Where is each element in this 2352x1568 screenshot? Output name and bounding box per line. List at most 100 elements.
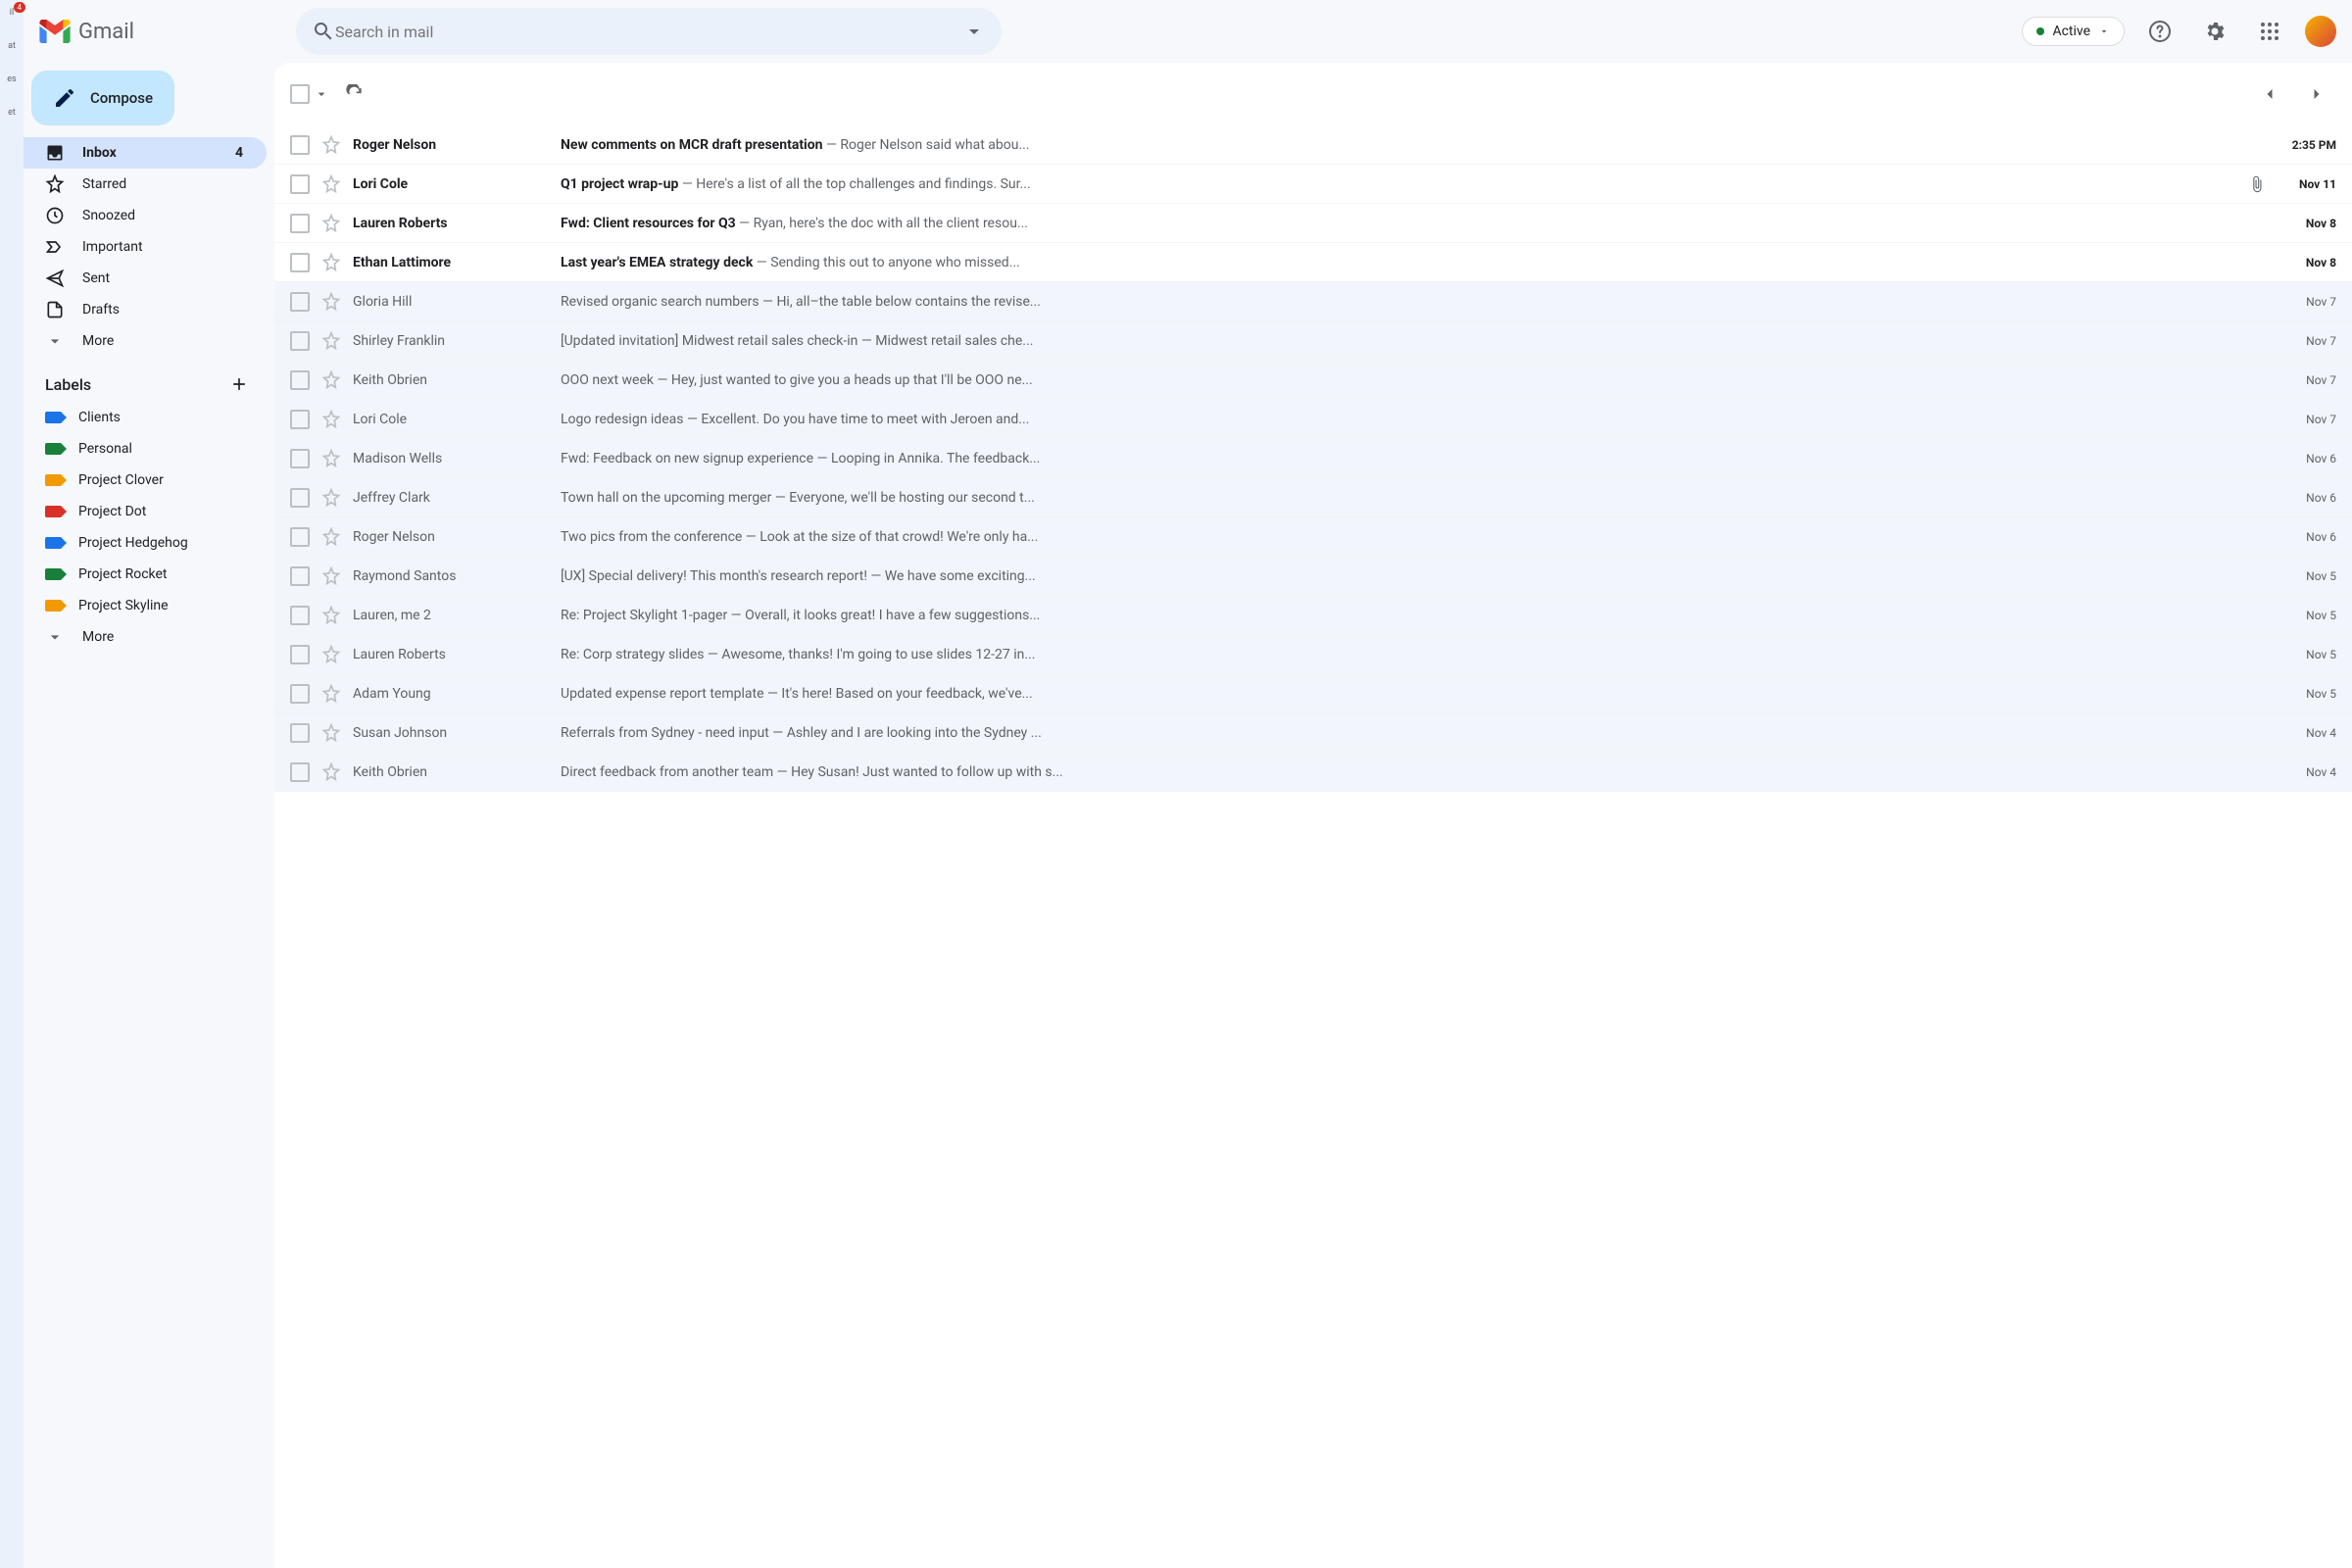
select-all[interactable]: [290, 84, 329, 104]
star-icon[interactable]: [321, 370, 341, 390]
older-button[interactable]: [2297, 74, 2336, 114]
label-name: Personal: [78, 441, 132, 457]
star-icon[interactable]: [321, 331, 341, 351]
star-icon[interactable]: [321, 253, 341, 272]
message-checkbox[interactable]: [290, 723, 310, 743]
star-icon[interactable]: [321, 135, 341, 155]
message-row[interactable]: Ethan Lattimore Last year's EMEA strateg…: [274, 243, 2352, 282]
message-subject-snippet: Logo redesign ideas — Excellent. Do you …: [561, 412, 2266, 427]
message-checkbox[interactable]: [290, 449, 310, 468]
star-icon[interactable]: [321, 292, 341, 312]
message-checkbox[interactable]: [290, 370, 310, 390]
message-row[interactable]: Keith Obrien OOO next week — Hey, just w…: [274, 361, 2352, 400]
message-checkbox[interactable]: [290, 488, 310, 508]
star-icon[interactable]: [321, 449, 341, 468]
message-checkbox[interactable]: [290, 292, 310, 312]
star-icon[interactable]: [321, 684, 341, 704]
message-checkbox[interactable]: [290, 135, 310, 155]
nav-item-starred[interactable]: Starred: [24, 169, 267, 200]
message-date: Nov 11: [2278, 177, 2336, 191]
message-checkbox[interactable]: [290, 331, 310, 351]
chevron-right-icon: [2307, 84, 2327, 104]
message-checkbox[interactable]: [290, 762, 310, 782]
star-icon[interactable]: [321, 723, 341, 743]
status-dot-icon: [2036, 27, 2044, 35]
star-icon[interactable]: [321, 566, 341, 586]
newer-button[interactable]: [2250, 74, 2289, 114]
chevron-down-icon[interactable]: [314, 86, 329, 102]
search-options-icon[interactable]: [962, 20, 986, 43]
logo-block[interactable]: Gmail: [39, 20, 272, 44]
message-row[interactable]: Jeffrey Clark Town hall on the upcoming …: [274, 478, 2352, 517]
star-icon[interactable]: [321, 527, 341, 547]
rail-item[interactable]: 4il: [0, 8, 24, 18]
message-checkbox[interactable]: [290, 174, 310, 194]
message-row[interactable]: Roger Nelson Two pics from the conferenc…: [274, 517, 2352, 557]
message-sender: Roger Nelson: [353, 137, 549, 153]
select-all-checkbox[interactable]: [290, 84, 310, 104]
message-row[interactable]: Roger Nelson New comments on MCR draft p…: [274, 125, 2352, 165]
rail-item[interactable]: et: [0, 108, 24, 118]
message-row[interactable]: Lori Cole Q1 project wrap-up — Here's a …: [274, 165, 2352, 204]
star-icon[interactable]: [321, 214, 341, 233]
label-item[interactable]: Project Hedgehog: [24, 527, 267, 559]
compose-button[interactable]: Compose: [31, 71, 174, 125]
settings-button[interactable]: [2195, 12, 2234, 51]
message-checkbox[interactable]: [290, 606, 310, 625]
rail-item[interactable]: at: [0, 41, 24, 51]
star-icon[interactable]: [321, 174, 341, 194]
message-checkbox[interactable]: [290, 645, 310, 664]
nav-label: Starred: [82, 176, 126, 192]
nav-item-inbox[interactable]: Inbox4: [24, 137, 267, 169]
label-name: Project Hedgehog: [78, 535, 188, 551]
search-bar[interactable]: [296, 8, 1002, 55]
nav-item-sent[interactable]: Sent: [24, 263, 267, 294]
nav-item-snoozed[interactable]: Snoozed: [24, 200, 267, 231]
label-item[interactable]: Project Rocket: [24, 559, 267, 590]
label-tag-icon: [45, 537, 61, 549]
message-row[interactable]: Shirley Franklin [Updated invitation] Mi…: [274, 321, 2352, 361]
help-button[interactable]: [2140, 12, 2180, 51]
add-label-button[interactable]: [229, 374, 249, 394]
apps-button[interactable]: [2250, 12, 2289, 51]
label-item[interactable]: Clients: [24, 402, 267, 433]
star-icon[interactable]: [321, 762, 341, 782]
account-avatar[interactable]: [2305, 16, 2336, 47]
sidebar: Compose Inbox4 Starred SnoozedImportantSen…: [24, 63, 274, 1568]
labels-more[interactable]: More: [24, 621, 267, 653]
message-row[interactable]: Raymond Santos [UX] Special delivery! Th…: [274, 557, 2352, 596]
refresh-button[interactable]: [345, 84, 365, 104]
star-icon[interactable]: [321, 645, 341, 664]
message-checkbox[interactable]: [290, 566, 310, 586]
label-item[interactable]: Personal: [24, 433, 267, 465]
message-row[interactable]: Lauren Roberts Re: Corp strategy slides …: [274, 635, 2352, 674]
status-chip[interactable]: Active: [2022, 17, 2125, 46]
message-row[interactable]: Adam Young Updated expense report templa…: [274, 674, 2352, 713]
message-row[interactable]: Lauren Roberts Fwd: Client resources for…: [274, 204, 2352, 243]
rail-item[interactable]: es: [0, 74, 24, 84]
message-date: Nov 7: [2278, 413, 2336, 426]
search-input[interactable]: [335, 23, 962, 41]
label-item[interactable]: Project Skyline: [24, 590, 267, 621]
important-icon: [45, 237, 65, 257]
message-checkbox[interactable]: [290, 214, 310, 233]
star-icon[interactable]: [321, 606, 341, 625]
message-row[interactable]: Susan Johnson Referrals from Sydney - ne…: [274, 713, 2352, 753]
message-row[interactable]: Lauren, me 2 Re: Project Skylight 1-page…: [274, 596, 2352, 635]
nav-item-important[interactable]: Important: [24, 231, 267, 263]
message-checkbox[interactable]: [290, 527, 310, 547]
nav-item-more[interactable]: More: [24, 325, 267, 357]
message-row[interactable]: Keith Obrien Direct feedback from anothe…: [274, 753, 2352, 792]
message-checkbox[interactable]: [290, 410, 310, 429]
nav-item-drafts[interactable]: Drafts: [24, 294, 267, 325]
star-icon[interactable]: [321, 488, 341, 508]
message-row[interactable]: Madison Wells Fwd: Feedback on new signu…: [274, 439, 2352, 478]
label-item[interactable]: Project Clover: [24, 465, 267, 496]
app-rail: 4il at es et: [0, 0, 24, 1568]
message-row[interactable]: Lori Cole Logo redesign ideas — Excellen…: [274, 400, 2352, 439]
star-icon[interactable]: [321, 410, 341, 429]
message-row[interactable]: Gloria Hill Revised organic search numbe…: [274, 282, 2352, 321]
label-item[interactable]: Project Dot: [24, 496, 267, 527]
message-checkbox[interactable]: [290, 684, 310, 704]
message-checkbox[interactable]: [290, 253, 310, 272]
